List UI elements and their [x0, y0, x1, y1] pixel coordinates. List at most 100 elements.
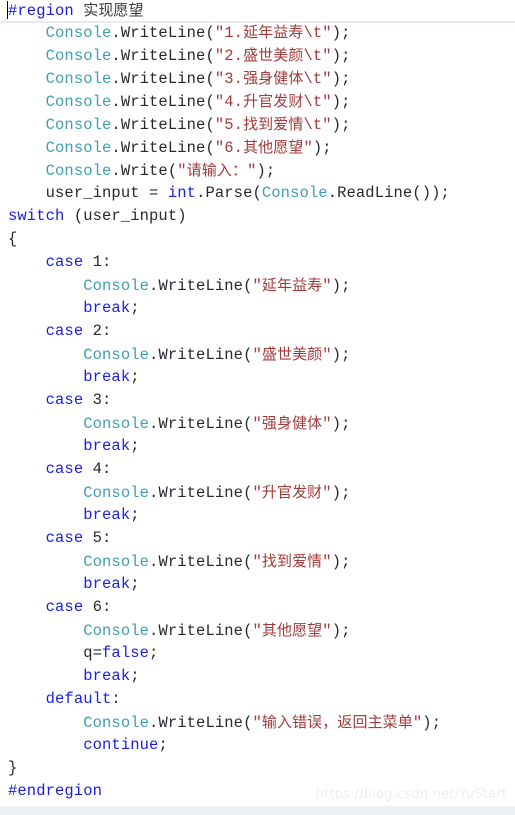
code-line[interactable]: Console.WriteLine("其他愿望"); [0, 619, 515, 642]
code-token: " [322, 277, 332, 295]
code-token: WriteLine [158, 714, 244, 732]
code-line[interactable]: } [0, 757, 515, 780]
code-token: 4 [92, 460, 103, 478]
code-token: 输入错误，返回主菜单 [261, 713, 413, 731]
code-line[interactable]: q=false; [0, 642, 515, 665]
code-token: Console [83, 484, 150, 502]
code-line[interactable]: Console.WriteLine("升官发财"); [0, 481, 515, 504]
code-token: " [252, 484, 262, 502]
code-line[interactable]: case 4: [0, 458, 515, 481]
code-token: " [252, 622, 262, 640]
code-line[interactable]: Console.WriteLine("3.强身健体\t"); [0, 67, 515, 90]
code-token: WriteLine [120, 139, 206, 157]
code-line[interactable]: continue; [0, 734, 515, 757]
code-token: ( [205, 139, 215, 157]
code-token: .Parse( [196, 184, 262, 202]
code-token: . [111, 47, 121, 65]
code-token: default [45, 690, 112, 708]
code-line-list[interactable]: #region 实现愿望 Console.WriteLine("1.延年益寿\t… [0, 0, 515, 803]
code-line[interactable]: break; [0, 504, 515, 527]
code-line[interactable]: Console.WriteLine("2.盛世美颜\t"); [0, 44, 515, 67]
code-line[interactable]: Console.Write("请输入："); [0, 159, 515, 182]
code-token: Write [120, 162, 168, 180]
code-token: ); [331, 70, 351, 88]
code-line[interactable]: break; [0, 297, 515, 320]
code-line[interactable]: case 6: [0, 596, 515, 619]
code-line[interactable]: Console.WriteLine("延年益寿"); [0, 274, 515, 297]
code-token: (user_input) [64, 207, 187, 225]
code-token: } [8, 759, 18, 777]
code-line[interactable]: Console.WriteLine("4.升官发财\t"); [0, 90, 515, 113]
code-line[interactable]: #region 实现愿望 [0, 0, 515, 21]
code-line[interactable]: default: [0, 688, 515, 711]
code-token: 延年益寿 [261, 276, 323, 294]
code-token: 5 [92, 529, 103, 547]
code-line[interactable]: Console.WriteLine("强身健体"); [0, 412, 515, 435]
code-line[interactable]: case 2: [0, 320, 515, 343]
code-token: WriteLine [158, 553, 244, 571]
code-token: " [252, 714, 262, 732]
code-line[interactable]: user_input = int.Parse(Console.ReadLine(… [0, 182, 515, 205]
code-token: : [102, 322, 112, 340]
code-token: q= [83, 644, 103, 662]
code-line[interactable]: break; [0, 665, 515, 688]
code-token: 实现愿望 [83, 1, 144, 19]
code-line[interactable]: break; [0, 435, 515, 458]
code-token: case [45, 322, 84, 340]
code-line[interactable]: { [0, 228, 515, 251]
code-line[interactable]: Console.WriteLine("5.找到爱情\t"); [0, 113, 515, 136]
code-token: WriteLine [158, 415, 244, 433]
code-token: " [322, 553, 332, 571]
code-token: WriteLine [158, 622, 244, 640]
code-token: 升官发财 [261, 483, 323, 501]
code-line[interactable]: Console.WriteLine("输入错误，返回主菜单"); [0, 711, 515, 734]
code-token: ; [130, 575, 140, 593]
code-line[interactable]: Console.WriteLine("找到爱情"); [0, 550, 515, 573]
code-token: break [83, 506, 131, 524]
code-line[interactable]: case 5: [0, 527, 515, 550]
code-line[interactable]: case 3: [0, 389, 515, 412]
code-line[interactable]: Console.WriteLine("盛世美颜"); [0, 343, 515, 366]
code-token: 1 [92, 253, 103, 271]
code-token: switch [8, 207, 65, 225]
code-token: break [83, 368, 131, 386]
code-token: #endregion [8, 782, 103, 800]
code-token: . [111, 162, 121, 180]
code-token: " [412, 714, 423, 732]
code-token: ; [130, 299, 140, 317]
code-line[interactable]: switch (user_input) [0, 205, 515, 228]
bottom-edge-band [0, 806, 515, 815]
code-token: WriteLine [158, 484, 244, 502]
code-token: ); [331, 346, 351, 364]
code-token: Console [261, 184, 328, 202]
code-token: Console [45, 70, 112, 88]
code-line[interactable]: Console.WriteLine("6.其他愿望"); [0, 136, 515, 159]
code-line[interactable]: break; [0, 573, 515, 596]
code-token: ( [205, 70, 215, 88]
code-line[interactable]: Console.WriteLine("1.延年益寿\t"); [0, 21, 515, 44]
code-token: 强身健体 [261, 414, 323, 432]
code-token: break [83, 575, 131, 593]
code-token: \t" [303, 70, 332, 88]
code-line[interactable]: break; [0, 366, 515, 389]
code-token: Console [83, 622, 150, 640]
code-token: " [252, 277, 262, 295]
code-line[interactable]: case 1: [0, 251, 515, 274]
code-token: WriteLine [120, 93, 206, 111]
